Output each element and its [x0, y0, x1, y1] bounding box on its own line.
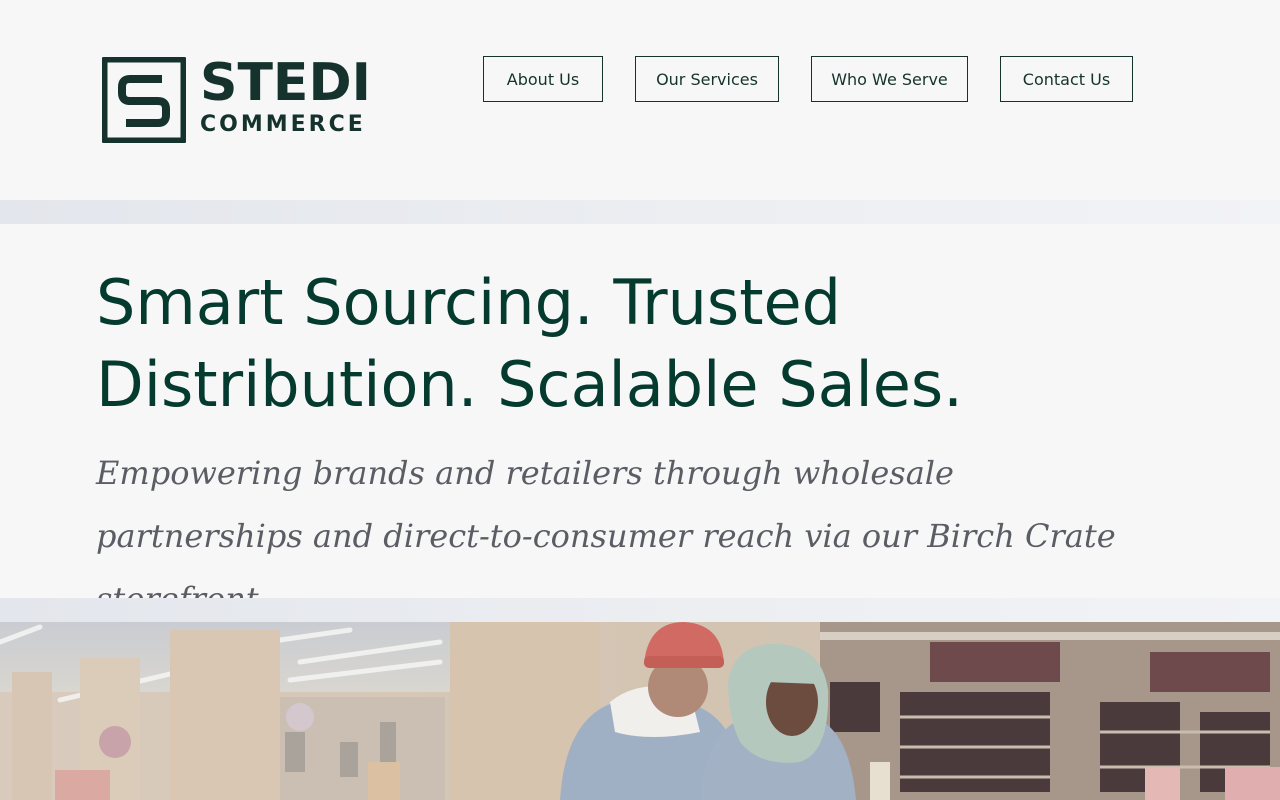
store-scene-image: [0, 622, 1280, 800]
nav-contact-us[interactable]: Contact Us: [1000, 56, 1133, 102]
logo-link[interactable]: STEDI COMMERCE: [102, 57, 382, 147]
logo-wordmark: STEDI COMMERCE: [200, 57, 371, 136]
nav-who-we-serve[interactable]: Who We Serve: [811, 56, 968, 102]
hero-title: Smart Sourcing. Trusted Distribution. Sc…: [96, 266, 963, 421]
site-header: STEDI COMMERCE About Us Our Services Who…: [0, 0, 1280, 200]
grocery-store-photo: [0, 622, 1280, 800]
section-divider-bottom: [0, 598, 1280, 622]
nav-about-us[interactable]: About Us: [483, 56, 603, 102]
page: STEDI COMMERCE About Us Our Services Who…: [0, 0, 1280, 800]
hero-section: Smart Sourcing. Trusted Distribution. Sc…: [0, 224, 1280, 618]
logo-title: STEDI: [200, 53, 371, 113]
logo-tagline: COMMERCE: [200, 112, 366, 137]
logo-mark-icon: [102, 57, 186, 143]
nav-our-services[interactable]: Our Services: [635, 56, 779, 102]
section-divider-top: [0, 200, 1280, 224]
